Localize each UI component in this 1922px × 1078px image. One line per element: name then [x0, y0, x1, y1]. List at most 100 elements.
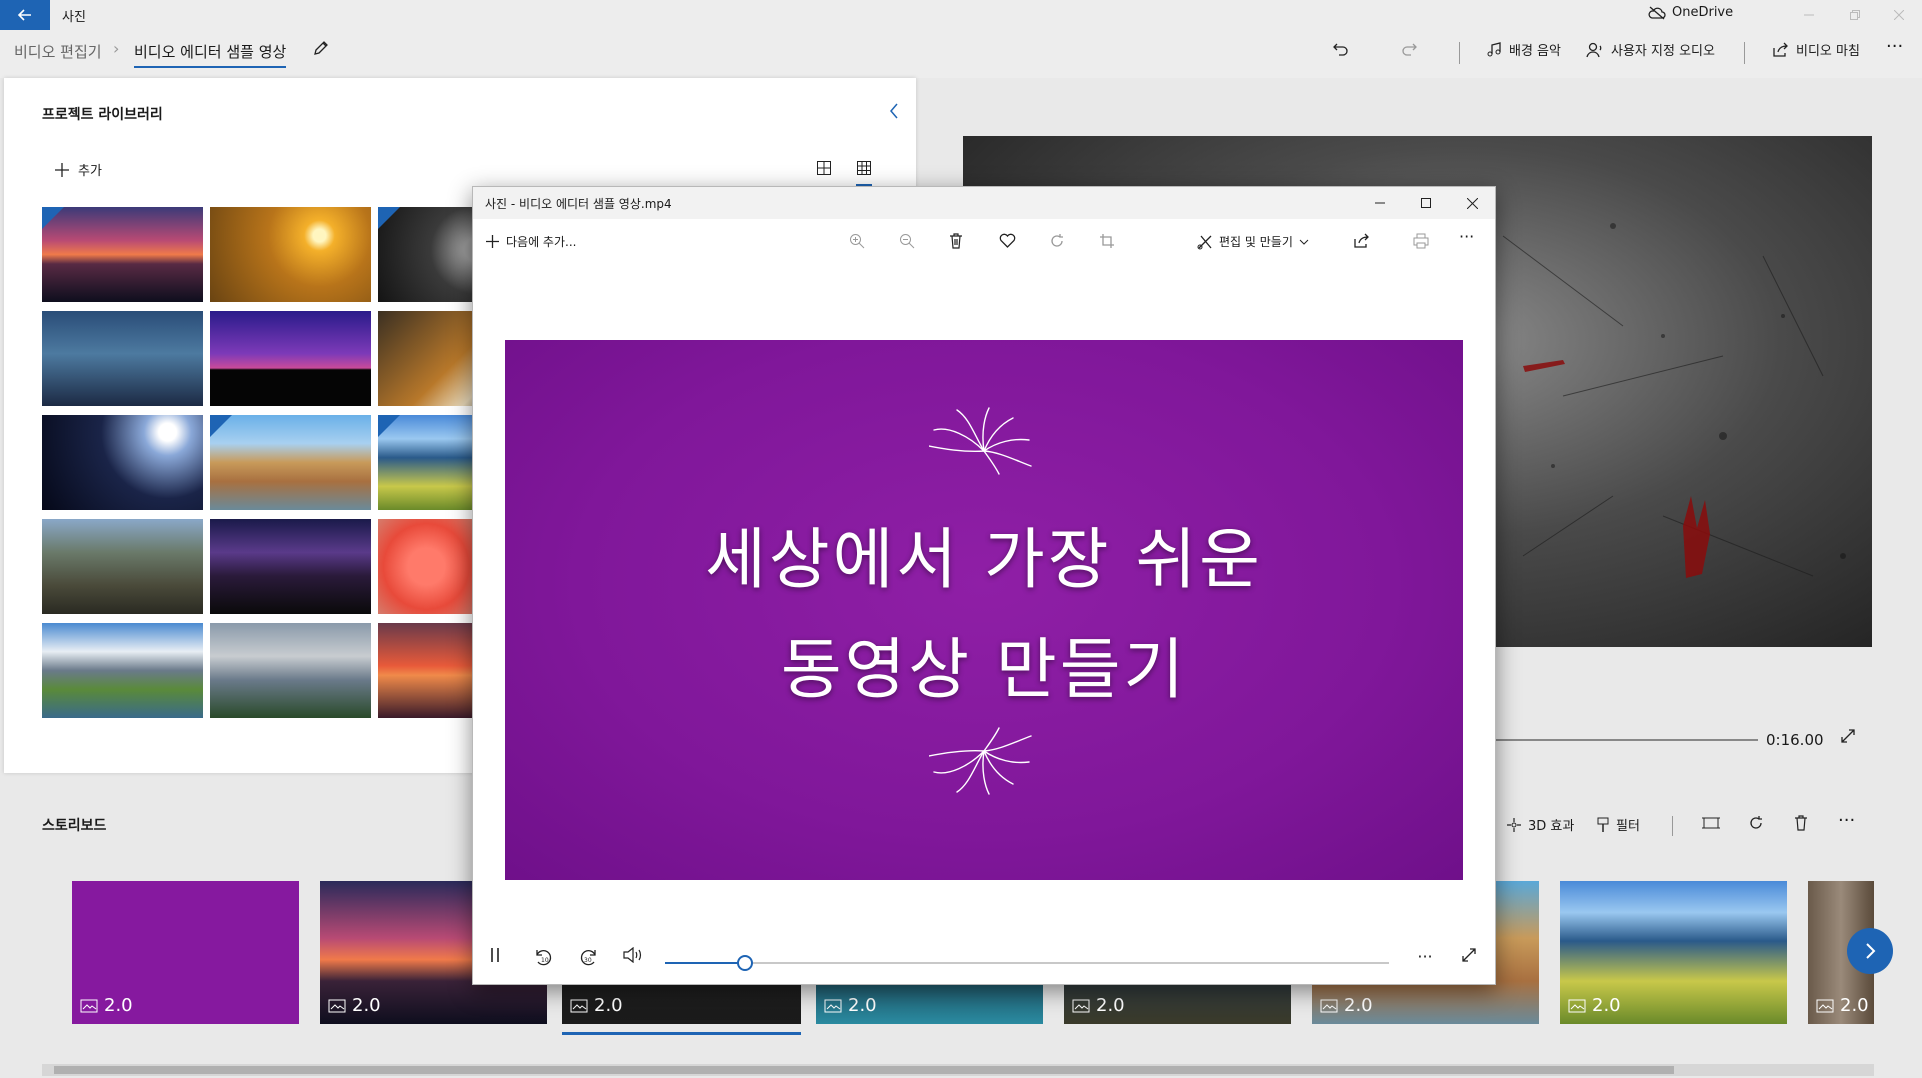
slide-title-line-1: 세상에서 가장 쉬운 — [705, 521, 1263, 598]
rewind-10-button[interactable]: 10 — [531, 947, 555, 967]
redo-button[interactable] — [1400, 40, 1418, 58]
fullscreen-preview-button[interactable] — [1840, 728, 1856, 748]
breadcrumb-separator-icon: › — [113, 39, 120, 58]
plus-icon — [55, 162, 69, 177]
add-media-label: 추가 — [78, 164, 102, 179]
library-thumbnail[interactable] — [42, 415, 203, 510]
photos-minimize-button[interactable] — [1357, 187, 1403, 219]
close-icon — [1894, 10, 1904, 20]
plus-icon — [486, 235, 499, 248]
favorite-button[interactable] — [999, 233, 1016, 248]
edit-scissors-icon — [1197, 235, 1212, 249]
photos-title-bar: 사진 - 비디오 에디터 샘플 영상.mp4 — [473, 187, 1495, 219]
music-note-icon — [1487, 41, 1501, 56]
storyboard-tile[interactable]: 2.0 — [72, 881, 299, 1024]
fullscreen-button[interactable] — [1457, 947, 1481, 963]
photos-maximize-button[interactable] — [1403, 187, 1449, 219]
small-grid-view-button[interactable] — [856, 160, 872, 186]
library-thumbnail[interactable] — [42, 623, 203, 718]
library-thumbnail[interactable] — [42, 207, 203, 302]
delete-clip-button[interactable] — [1794, 815, 1808, 831]
collapse-library-button[interactable] — [888, 102, 900, 124]
photos-viewer-window: 사진 - 비디오 에디터 샘플 영상.mp4 다음에 추가... 편집 및 만들… — [472, 186, 1496, 985]
storyboard-more-button[interactable]: ··· — [1838, 810, 1855, 831]
tile-duration: 2.0 — [1816, 995, 1869, 1016]
tile-duration: 2.0 — [1072, 995, 1125, 1016]
title-bar: 사진 OneDrive — [0, 0, 1922, 30]
pause-button[interactable] — [485, 947, 505, 963]
forward-30-button[interactable]: 30 — [577, 947, 601, 967]
chevron-right-icon — [1866, 943, 1876, 959]
zoom-out-button[interactable] — [899, 233, 915, 249]
share-button[interactable] — [1353, 233, 1370, 249]
storyboard-next-button[interactable] — [1847, 928, 1893, 974]
resize-button[interactable] — [1702, 815, 1720, 831]
library-thumbnail[interactable] — [210, 311, 371, 406]
tile-duration: 2.0 — [1568, 995, 1621, 1016]
rotate-button[interactable] — [1748, 815, 1764, 831]
add-to-button[interactable]: 다음에 추가... — [485, 233, 576, 250]
back-arrow-icon — [17, 9, 31, 21]
tile-duration: 2.0 — [824, 995, 877, 1016]
svg-text:30: 30 — [584, 957, 592, 964]
breadcrumb-video-editor[interactable]: 비디오 편집기 — [14, 41, 102, 62]
delete-button[interactable] — [949, 233, 963, 249]
storyboard-scrollbar-thumb[interactable] — [54, 1066, 1674, 1074]
library-thumbnail[interactable] — [42, 519, 203, 614]
edit-create-button[interactable]: 편집 및 만들기 — [1197, 233, 1309, 250]
expand-icon — [1462, 948, 1476, 962]
brush-filter-icon — [1597, 817, 1609, 832]
onedrive-label: OneDrive — [1672, 5, 1734, 20]
expand-icon — [1841, 729, 1855, 743]
photos-window-title: 사진 - 비디오 에디터 샘플 영상.mp4 — [485, 197, 672, 211]
3d-effects-button[interactable]: 3D 효과 — [1506, 815, 1574, 834]
finish-video-button[interactable]: 비디오 마침 — [1772, 40, 1860, 59]
rotate-button[interactable] — [1049, 233, 1065, 249]
preview-progress-track[interactable] — [1480, 739, 1758, 741]
restore-icon — [1850, 10, 1860, 20]
playback-more-button[interactable]: ··· — [1413, 947, 1437, 966]
storyboard-toolbar-divider — [1672, 816, 1673, 836]
library-thumbnail[interactable] — [210, 519, 371, 614]
minimize-button[interactable] — [1786, 0, 1832, 30]
library-thumbnail[interactable] — [42, 311, 203, 406]
custom-audio-label: 사용자 지정 오디오 — [1611, 44, 1715, 59]
back-button[interactable] — [0, 0, 50, 30]
toolbar-divider — [1744, 42, 1745, 64]
trash-icon — [1795, 815, 1807, 831]
custom-audio-button[interactable]: 사용자 지정 오디오 — [1586, 40, 1715, 59]
app-title: 사진 — [62, 10, 86, 25]
playback-seek-thumb[interactable] — [737, 955, 753, 971]
photos-close-button[interactable] — [1449, 187, 1495, 219]
storyboard-tile[interactable]: 2.0 — [1560, 881, 1787, 1024]
3d-effects-label: 3D 효과 — [1528, 819, 1575, 834]
restore-button[interactable] — [1832, 0, 1878, 30]
library-thumbnail[interactable] — [210, 207, 371, 302]
video-frame[interactable]: 세상에서 가장 쉬운 동영상 만들기 — [505, 340, 1463, 880]
onedrive-status[interactable]: OneDrive — [1648, 5, 1733, 20]
zoom-in-icon — [850, 234, 865, 249]
image-clip-icon — [570, 999, 588, 1012]
filters-button[interactable]: 필터 — [1596, 815, 1640, 834]
print-button[interactable] — [1413, 233, 1429, 249]
medium-grid-view-button[interactable] — [816, 160, 832, 180]
crop-button[interactable] — [1099, 233, 1115, 249]
image-clip-icon — [1568, 999, 1586, 1012]
library-thumbnail[interactable] — [210, 415, 371, 510]
in-use-badge — [210, 415, 232, 437]
volume-button[interactable] — [621, 947, 645, 963]
undo-button[interactable] — [1332, 40, 1350, 58]
photos-more-button[interactable]: ··· — [1459, 227, 1474, 246]
close-button[interactable] — [1876, 0, 1922, 30]
breadcrumb-project-name[interactable]: 비디오 에디터 샘플 영상 — [134, 41, 287, 68]
playback-seek-bar[interactable] — [665, 962, 1389, 964]
zoom-in-button[interactable] — [849, 233, 865, 249]
add-media-button[interactable]: 추가 — [54, 160, 102, 179]
background-music-button[interactable]: 배경 음악 — [1486, 40, 1561, 59]
playback-progress-fill — [665, 962, 745, 964]
library-title: 프로젝트 라이브러리 — [42, 107, 163, 123]
rename-button[interactable] — [312, 39, 330, 61]
library-thumbnail[interactable] — [210, 623, 371, 718]
background-music-label: 배경 음악 — [1509, 44, 1561, 59]
more-options-button[interactable]: ··· — [1886, 36, 1903, 57]
